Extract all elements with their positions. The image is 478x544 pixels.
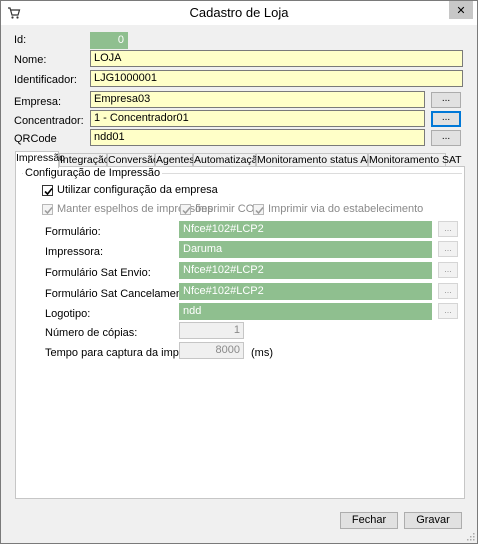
imprimir-via-label: Imprimir via do estabelecimento: [268, 203, 424, 215]
tab-impressao[interactable]: Impressão: [15, 151, 65, 168]
empresa-input[interactable]: Empresa03: [90, 91, 425, 108]
copias-label: Número de cópias:: [45, 327, 138, 339]
nome-label: Nome:: [14, 54, 47, 66]
logotipo-browse-button: ...: [438, 303, 458, 319]
form-sat-cancel-label: Formulário Sat Cancelamento:: [45, 288, 195, 300]
tempo-unit: (ms): [251, 347, 273, 359]
form-sat-envio-field: Nfce#102#LCP2: [179, 262, 432, 279]
impressora-label: Impressora:: [45, 246, 104, 258]
qrcode-input[interactable]: ndd01: [90, 129, 425, 146]
check-icon: [182, 206, 191, 214]
gravar-button[interactable]: Gravar: [404, 512, 462, 529]
empresa-browse-button[interactable]: ...: [431, 92, 461, 108]
tab-agentes[interactable]: Agentes: [155, 153, 195, 167]
identificador-label: Identificador:: [14, 74, 77, 86]
checkbox-box: [253, 203, 264, 215]
close-icon: ✕: [456, 4, 466, 17]
checkbox-box: [42, 184, 53, 196]
concentrador-browse-button[interactable]: ...: [431, 111, 461, 127]
resize-grip-icon[interactable]: [465, 531, 475, 541]
cadastro-loja-window: Cadastro de Loja ✕ Id: 0 Nome: LOJA Iden…: [0, 0, 478, 544]
imprimir-coo-checkbox: Imprimir COO: [180, 203, 263, 215]
utilizar-config-checkbox[interactable]: Utilizar configuração da empresa: [42, 184, 218, 196]
logotipo-label: Logotipo:: [45, 308, 91, 320]
concentrador-label: Concentrador:: [14, 115, 84, 127]
qrcode-label: QRCode: [14, 133, 57, 145]
tab-integracao[interactable]: Integração: [59, 153, 110, 167]
utilizar-config-label: Utilizar configuração da empresa: [57, 184, 218, 196]
empresa-label: Empresa:: [14, 96, 62, 108]
check-icon: [44, 206, 53, 214]
group-title: Configuração de Impressão: [23, 167, 163, 179]
impressora-browse-button: ...: [438, 241, 458, 257]
qrcode-browse-button[interactable]: ...: [431, 130, 461, 146]
formulario-field: Nfce#102#LCP2: [179, 221, 432, 238]
title-bar: Cadastro de Loja ✕: [1, 1, 477, 25]
checkbox-box: [42, 203, 53, 215]
impressora-field: Daruma: [179, 241, 432, 258]
tab-monitoramento-sat[interactable]: Monitoramento SAT: [368, 153, 462, 167]
fechar-button[interactable]: Fechar: [340, 512, 398, 529]
form-sat-cancel-browse-button: ...: [438, 283, 458, 299]
check-icon: [255, 206, 264, 214]
tab-automatizacao[interactable]: Automatização: [193, 153, 263, 167]
concentrador-input[interactable]: 1 - Concentrador01: [90, 110, 425, 127]
window-title: Cadastro de Loja: [189, 5, 289, 20]
tempo-field: 8000: [179, 342, 244, 359]
check-icon: [44, 187, 53, 195]
form-sat-cancel-field: Nfce#102#LCP2: [179, 283, 432, 300]
checkbox-box: [180, 203, 191, 215]
id-label: Id:: [14, 34, 27, 46]
nome-input[interactable]: LOJA: [90, 50, 463, 67]
form-sat-envio-label: Formulário Sat Envio:: [45, 267, 151, 279]
form-sat-envio-browse-button: ...: [438, 262, 458, 278]
id-field: 0: [90, 32, 128, 49]
tab-conversao[interactable]: Conversão: [107, 153, 159, 167]
close-button[interactable]: ✕: [449, 1, 473, 19]
copias-field: 1: [179, 322, 244, 339]
formulario-browse-button: ...: [438, 221, 458, 237]
logotipo-field: ndd: [179, 303, 432, 320]
identificador-input[interactable]: LJG1000001: [90, 70, 463, 87]
tab-monitoramento-status-agente[interactable]: Monitoramento status Agente: [256, 153, 394, 167]
imprimir-via-checkbox: Imprimir via do estabelecimento: [253, 203, 423, 215]
formulario-label: Formulário:: [45, 226, 101, 238]
